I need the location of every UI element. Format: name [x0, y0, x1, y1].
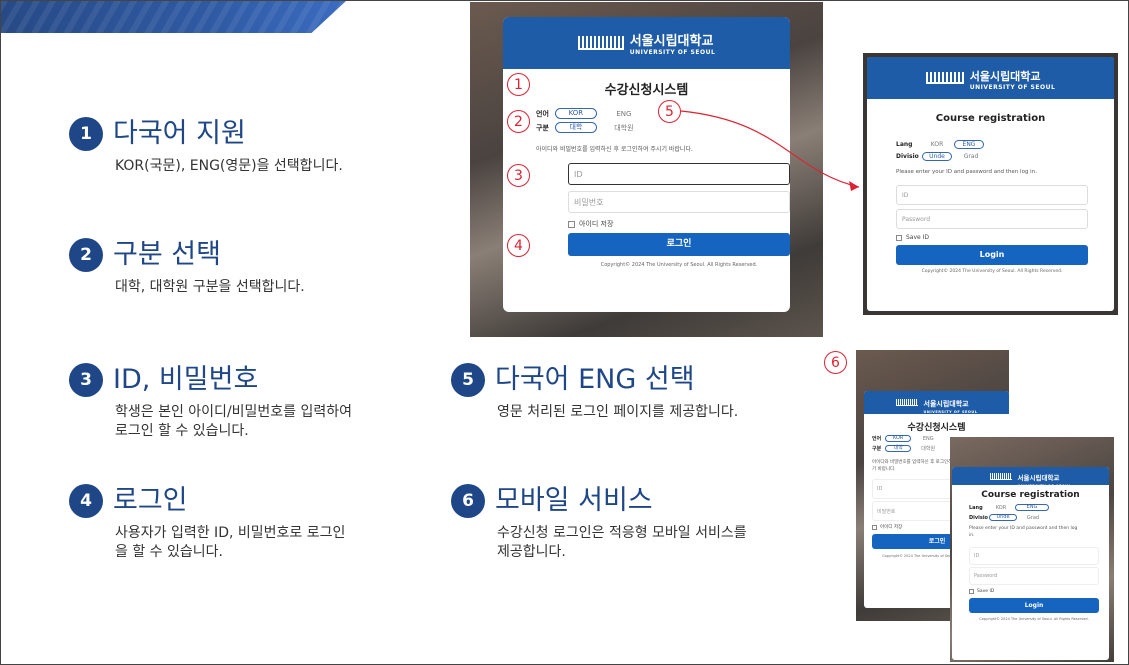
slide: 1 다국어 지원 KOR(국문), ENG(영문)을 선택합니다. 2 구분 선… [0, 0, 1129, 665]
language-selector: Lang KOR ENG [969, 504, 1049, 511]
div-undergrad-option[interactable]: 대학 [885, 445, 912, 452]
div-grad-option[interactable]: Grad [956, 153, 986, 160]
university-logo-icon [895, 399, 918, 406]
id-input[interactable]: ID [969, 547, 1099, 565]
div-undergrad-option[interactable]: Unde [989, 514, 1017, 521]
lang-kor-option[interactable]: KOR [922, 141, 952, 148]
mobile-kor-header: 서울시립대학교 UNIVERSITY OF SEOUL [864, 391, 1009, 414]
save-id-checkbox[interactable]: 아이디 저장 [872, 524, 902, 530]
login-hint: Please enter your ID and password and th… [969, 526, 1078, 538]
login-hint: Please enter your ID and password and th… [896, 169, 1037, 175]
language-selector: 언어 KOR ENG [872, 435, 941, 442]
copyright-text: Copyright© 2024 The University of Seoul.… [921, 269, 1063, 274]
div-grad-option[interactable]: 대학원 [915, 445, 941, 452]
logo-english-name: UNIVERSITY OF SEOUL [923, 410, 978, 414]
eng-login-screenshot: 서울시립대학교 UNIVERSITY OF SEOUL Course regist… [863, 53, 1118, 315]
lang-kor-option[interactable]: KOR [885, 435, 912, 442]
mobile-eng-header: 서울시립대학교 UNIVERSITY OF SEOUL [952, 467, 1109, 488]
language-selector: Lang KOR ENG [896, 140, 984, 149]
save-id-checkbox[interactable]: Save ID [896, 234, 929, 241]
div-undergrad-option[interactable]: Unde [922, 152, 952, 161]
password-input[interactable]: Password [896, 209, 1088, 229]
lang-eng-option[interactable]: ENG [954, 140, 984, 149]
division-selector: Divisio Unde Grad [896, 152, 986, 161]
logo-korean-name: 서울시립대학교 [969, 70, 1041, 83]
university-logo-icon [925, 72, 964, 84]
lang-eng-option[interactable]: ENG [915, 436, 941, 442]
checkbox-icon[interactable] [872, 524, 877, 530]
password-input[interactable]: Password [969, 567, 1099, 585]
lang-kor-option[interactable]: KOR [989, 505, 1013, 511]
division-selector: Divisio Unde Grad [969, 514, 1045, 521]
copyright-text: Copyright© 2024 The University of Seoul.… [979, 617, 1089, 621]
lang-eng-option[interactable]: ENG [1015, 504, 1049, 511]
system-title: 수강신청시스템 [907, 423, 966, 433]
system-title: Course registration [935, 113, 1046, 124]
marker-6: 6 [824, 351, 847, 374]
university-logo-icon [989, 472, 1012, 480]
division-selector: 구분 대학 대학원 [872, 445, 941, 452]
login-button[interactable]: Login [896, 245, 1088, 265]
id-input[interactable]: ID [896, 185, 1088, 205]
save-id-checkbox[interactable]: Save ID [969, 589, 994, 594]
div-grad-option[interactable]: Grad [1021, 515, 1045, 521]
checkbox-icon[interactable] [896, 234, 902, 241]
mobile-eng-screenshot: 서울시립대학교 UNIVERSITY OF SEOUL Course regist… [950, 437, 1114, 662]
system-title: Course registration [981, 490, 1080, 500]
logo-english-name: UNIVERSITY OF SEOUL [1017, 483, 1072, 488]
eng-login-card: 서울시립대학교 UNIVERSITY OF SEOUL Course regist… [867, 57, 1114, 311]
mobile-eng-card: 서울시립대학교 UNIVERSITY OF SEOUL Course regist… [952, 467, 1109, 660]
eng-login-header: 서울시립대학교 UNIVERSITY OF SEOUL [867, 57, 1114, 99]
logo-korean-name: 서울시립대학교 [923, 400, 969, 408]
logo-english-name: UNIVERSITY OF SEOUL [969, 84, 1056, 91]
logo-korean-name: 서울시립대학교 [1017, 473, 1060, 482]
checkbox-icon[interactable] [969, 589, 974, 594]
login-button[interactable]: Login [969, 598, 1099, 613]
